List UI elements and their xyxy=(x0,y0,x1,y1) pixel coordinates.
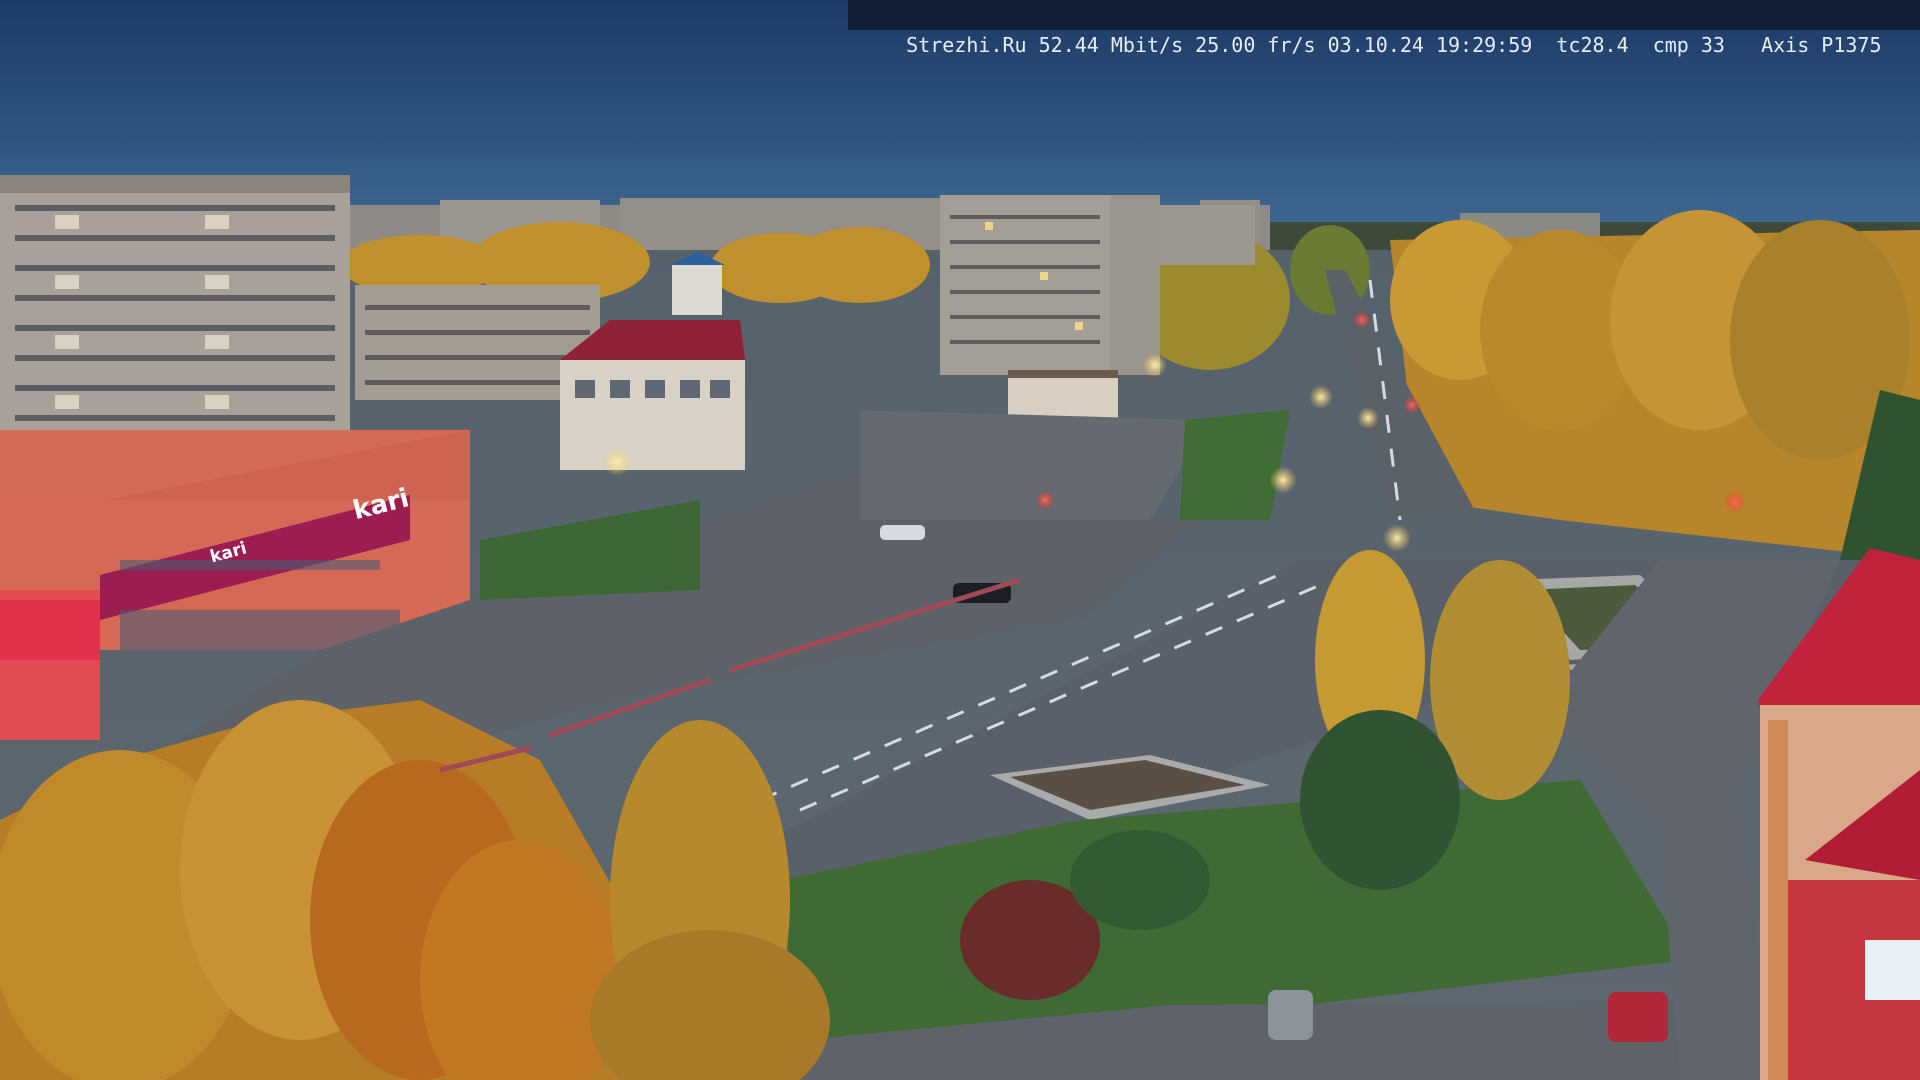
blue-roof-tower xyxy=(670,252,725,315)
town-square-scene xyxy=(0,0,1920,1080)
red-roof-building xyxy=(560,320,745,470)
camera-overlay-text: Strezhi.Ru 52.44 Mbit/s 25.00 fr/s 03.10… xyxy=(906,33,1882,57)
foreground-autumn-trees-left xyxy=(0,700,830,1080)
webcam-frame: kari kari Strezhi.Ru 52.44 Mbit/s 25.00 … xyxy=(0,0,1920,1080)
pavilion xyxy=(1008,375,1118,420)
upper-plaza xyxy=(860,410,1210,520)
camera-overlay-bar: Strezhi.Ru 52.44 Mbit/s 25.00 fr/s 03.10… xyxy=(848,0,1920,57)
